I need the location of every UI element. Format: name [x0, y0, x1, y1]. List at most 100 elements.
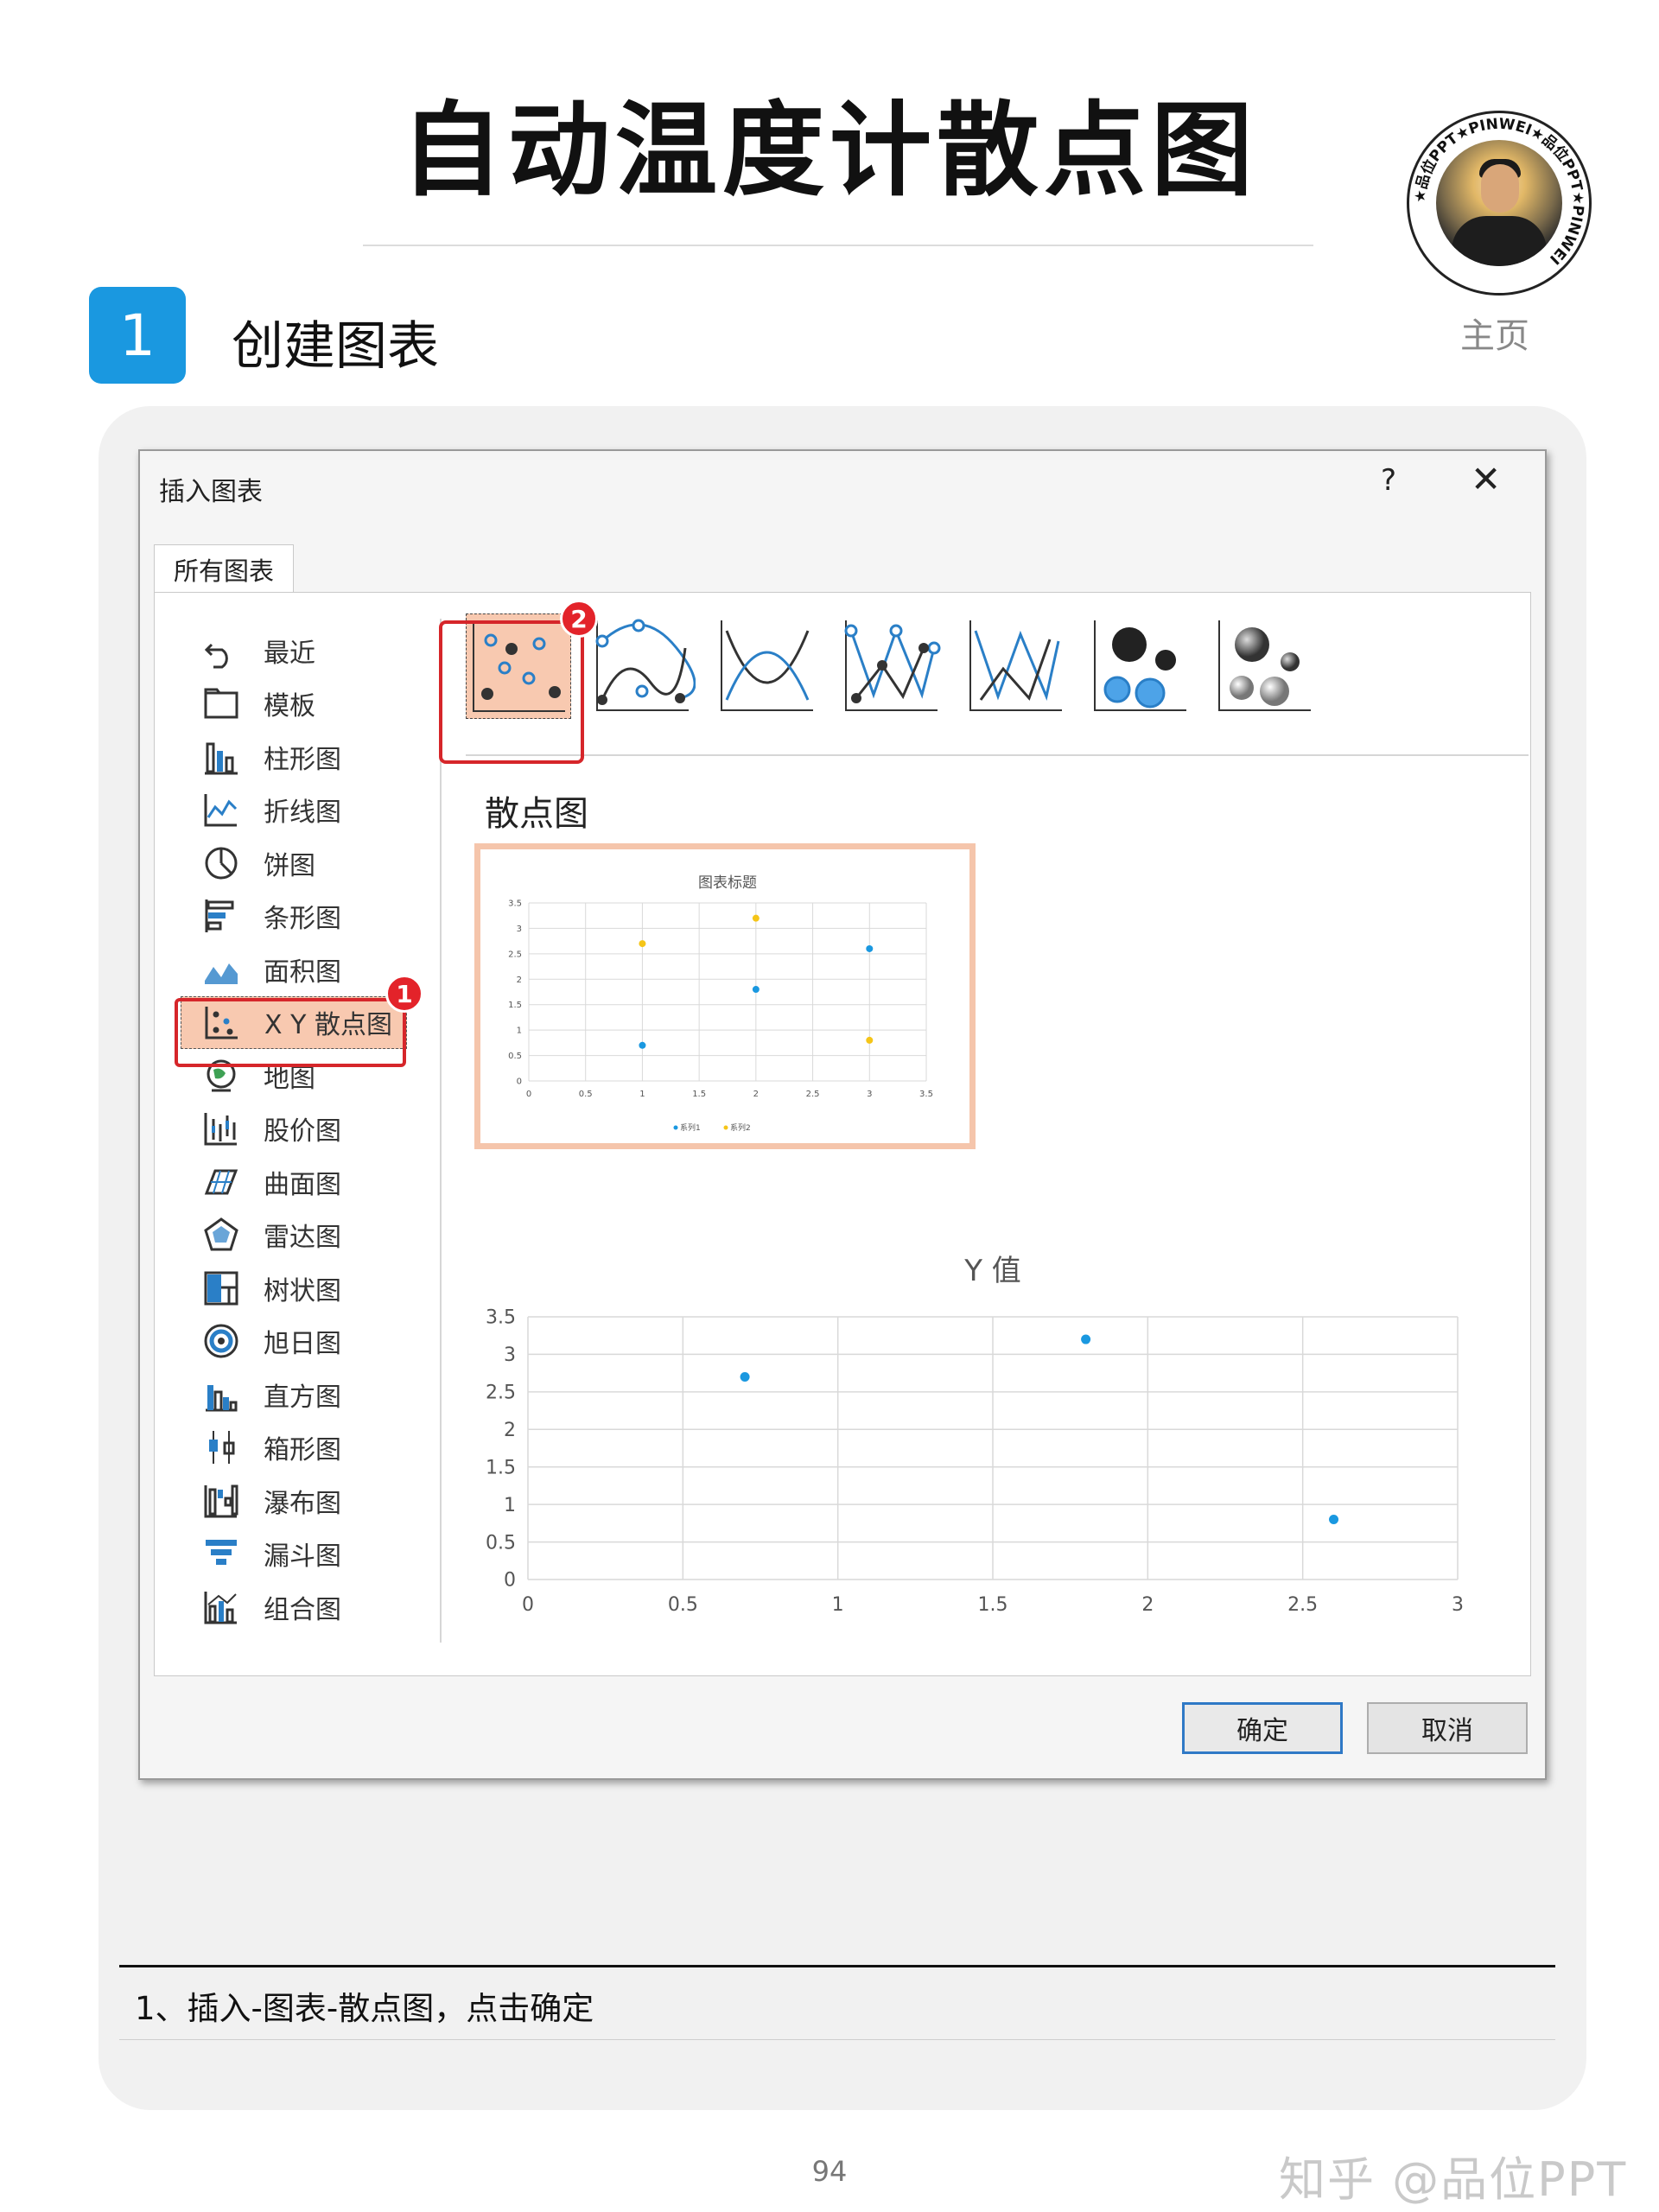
- sidebar-item-box-whisker[interactable]: 箱形图: [189, 1421, 423, 1475]
- sidebar-item-label: 漏斗图: [264, 1541, 341, 1573]
- sidebar-selection-highlight: [175, 998, 406, 1067]
- sidebar-item-label: 雷达图: [264, 1223, 341, 1254]
- close-icon[interactable]: ✕: [1471, 458, 1501, 500]
- mini-scatter-chart: 图表标题 0 0.5 1 1.5 2 2.5 3 3.5 0 0.5 1 1.5 2 2.5 3 3.5 系列1 系…: [508, 874, 933, 1133]
- x-tick-label: 2: [1141, 1594, 1154, 1616]
- sidebar-item-radar-chart[interactable]: 雷达图: [189, 1209, 423, 1262]
- author-avatar[interactable]: ★品位PPT★PINWEI★品位PPT★PINWEI: [1407, 111, 1592, 296]
- line-chart-icon: [203, 791, 239, 828]
- subtype-divider: [466, 754, 1529, 756]
- x-tick-label: 0: [526, 1090, 531, 1099]
- sidebar-item-folder[interactable]: 模板: [189, 677, 423, 731]
- y-tick-label: 0: [504, 1570, 516, 1592]
- sidebar-item-combo-chart[interactable]: 组合图: [189, 1580, 423, 1634]
- x-tick-label: 0.5: [668, 1594, 698, 1616]
- waterfall-icon: [203, 1483, 239, 1519]
- sidebar-item-label: 组合图: [264, 1594, 341, 1625]
- caption-bottom-rule: [119, 2039, 1555, 2040]
- chart-preview-thumbnail[interactable]: 图表标题 0 0.5 1 1.5 2 2.5 3 3.5 0 0.5 1 1.5 2 2.5 3 3.5 系列1 系…: [474, 843, 976, 1149]
- y-tick-label: 3: [504, 1344, 516, 1366]
- insert-chart-dialog: 插入图表 ? ✕ 所有图表 最近 模板 柱形图 折线图 饼图 条形图 面积图 X Y 散点图地…: [138, 449, 1547, 1780]
- y-tick-label: 0.5: [486, 1532, 516, 1554]
- sidebar-item-pie-chart[interactable]: 饼图: [189, 836, 423, 890]
- chart-title: 图表标题: [698, 874, 757, 892]
- data-point-series-2: [639, 940, 646, 948]
- sidebar-item-label: 柱形图: [264, 744, 341, 775]
- homepage-link[interactable]: 主页: [1460, 308, 1529, 358]
- box-whisker-icon: [203, 1429, 239, 1465]
- avatar-photo: [1436, 140, 1562, 266]
- sidebar-item-line-chart[interactable]: 折线图: [189, 784, 423, 837]
- y-tick-label: 3.5: [508, 899, 522, 909]
- sidebar-item-label: 条形图: [264, 904, 341, 935]
- sidebar-item-undo[interactable]: 最近: [189, 624, 423, 677]
- sidebar-item-funnel[interactable]: 漏斗图: [189, 1528, 423, 1581]
- smooth-lines-subtype-icon[interactable]: [715, 613, 820, 719]
- sidebar-item-waterfall[interactable]: 瀑布图: [189, 1474, 423, 1528]
- 3d-bubble-subtype-icon[interactable]: [1212, 613, 1318, 719]
- sidebar-item-label: 模板: [264, 691, 315, 722]
- y-tick-label: 2.5: [486, 1382, 516, 1404]
- data-point-series-2: [866, 1036, 874, 1044]
- bubble-subtype-icon[interactable]: [1088, 613, 1193, 719]
- y-tick-label: 1.5: [508, 1001, 522, 1010]
- caption-text: 1、插入-图表-散点图，点击确定: [135, 1990, 594, 2027]
- sidebar-item-label: 树状图: [264, 1275, 341, 1306]
- sunburst-icon: [203, 1323, 239, 1359]
- straight-lines-subtype-icon[interactable]: [963, 613, 1069, 719]
- sidebar-divider: [440, 619, 442, 1643]
- data-point-series-1: [740, 1371, 750, 1382]
- x-tick-label: 3: [867, 1090, 872, 1099]
- smooth-lines-markers-subtype-icon[interactable]: [590, 613, 696, 719]
- caption-top-rule: [119, 1965, 1555, 1967]
- y-tick-label: 3.5: [486, 1307, 516, 1329]
- stock-chart-icon: [203, 1110, 239, 1147]
- sidebar-item-stock-chart[interactable]: 股价图: [189, 1103, 423, 1156]
- scatter-subtype-gallery: [466, 613, 1537, 726]
- sidebar-item-treemap[interactable]: 树状图: [189, 1262, 423, 1315]
- folder-icon: [203, 685, 239, 721]
- y-tick-label: 1.5: [486, 1457, 516, 1478]
- data-point-series-1: [866, 944, 874, 952]
- step-title: 创建图表: [232, 316, 439, 377]
- straight-lines-markers-subtype-icon[interactable]: [839, 613, 944, 719]
- title-divider: [363, 245, 1313, 246]
- sidebar-item-label: 折线图: [264, 798, 341, 829]
- y-tick-label: 1: [504, 1495, 516, 1516]
- cancel-button[interactable]: 取消: [1367, 1702, 1528, 1754]
- sidebar-item-surface-chart[interactable]: 曲面图: [189, 1155, 423, 1209]
- x-tick-label: 1.5: [978, 1594, 1008, 1616]
- tab-all-charts[interactable]: 所有图表: [154, 544, 294, 593]
- x-tick-label: 2.5: [806, 1090, 820, 1099]
- surface-chart-icon: [203, 1164, 239, 1200]
- y-tick-label: 2: [504, 1420, 516, 1441]
- treemap-icon: [203, 1270, 239, 1306]
- sidebar-item-bar-chart[interactable]: 条形图: [189, 890, 423, 944]
- radar-chart-icon: [203, 1217, 239, 1253]
- histogram-icon: [203, 1376, 239, 1413]
- sidebar-item-label: 箱形图: [264, 1435, 341, 1466]
- sidebar-item-sunburst[interactable]: 旭日图: [189, 1315, 423, 1369]
- bar-chart-icon: [203, 898, 239, 934]
- subtype-selection-highlight: [439, 620, 584, 764]
- help-icon[interactable]: ?: [1381, 463, 1396, 498]
- dialog-title: 插入图表: [159, 477, 263, 507]
- chart-title: Y 值: [963, 1254, 1021, 1288]
- preview-title: 散点图: [485, 794, 588, 834]
- sidebar-item-histogram[interactable]: 直方图: [189, 1368, 423, 1421]
- y-tick-label: 1: [517, 1027, 522, 1036]
- ok-button[interactable]: 确定: [1182, 1702, 1343, 1754]
- y-tick-label: 2.5: [508, 950, 522, 959]
- y-tick-label: 2: [517, 976, 522, 985]
- area-chart-icon: [203, 951, 239, 988]
- sidebar-item-label: 面积图: [264, 957, 341, 988]
- sidebar-item-label: 旭日图: [264, 1329, 341, 1360]
- legend-marker: [723, 1125, 728, 1130]
- sidebar-item-column-chart[interactable]: 柱形图: [189, 730, 423, 784]
- x-tick-label: 1: [832, 1594, 844, 1616]
- sidebar-item-label: 饼图: [264, 850, 315, 881]
- sidebar-item-label: 瀑布图: [264, 1488, 341, 1519]
- legend-label: 系列1: [680, 1122, 701, 1133]
- sidebar-item-label: 直方图: [264, 1382, 341, 1413]
- y-tick-label: 0: [517, 1077, 522, 1087]
